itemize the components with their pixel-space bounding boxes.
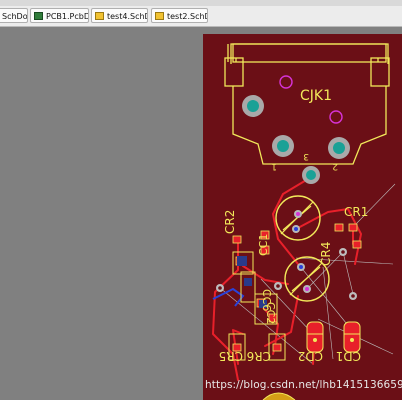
schematic-doc-icon	[95, 12, 104, 20]
document-tab-bar: SchDoc PCB1.PcbDoc test4.SchDoc test2.Sc…	[0, 6, 402, 27]
pcb-doc-icon	[34, 12, 43, 20]
tab-test2-schdoc[interactable]: test2.SchDoc	[151, 8, 208, 23]
diode-cd2-footprint	[306, 321, 324, 353]
designator-cr6: CR6	[247, 349, 271, 363]
tab-pcb1-pcbdoc[interactable]: PCB1.PcbDoc	[30, 8, 89, 23]
pin-label-3: 3	[303, 151, 309, 161]
schematic-doc-icon	[155, 12, 164, 20]
designator-cr1: CR1	[344, 205, 368, 219]
designator-cjk1: CJK1	[300, 88, 332, 104]
pin-label-1: 1	[271, 161, 277, 171]
designator-cd1: CD1	[336, 349, 361, 363]
pin-label-2: 2	[332, 161, 338, 171]
tab-test4-schdoc[interactable]: test4.SchDoc	[91, 8, 148, 23]
designator-cr4: CR4	[319, 242, 333, 266]
watermark-url: https://blog.csdn.net/lhb1415136659	[205, 379, 402, 391]
pcb-layout-canvas[interactable]: CJK1 1 2 3 CR1 CR2 CC1 CR4 CC6 CC2 CR5 C…	[203, 34, 402, 400]
diode-cd1-footprint	[343, 321, 361, 353]
pcb-board[interactable]: CJK1 1 2 3 CR1 CR2 CC1 CR4 CC6 CC2 CR5 C…	[203, 34, 402, 400]
designator-cc2: CC2	[264, 302, 277, 324]
designator-cr5: CR5	[219, 349, 243, 363]
designator-cc1: CC1	[257, 234, 270, 256]
designator-cd2: CD2	[298, 349, 323, 363]
designator-cr2: CR2	[223, 210, 237, 234]
tab-schdoc[interactable]: SchDoc	[0, 8, 28, 23]
